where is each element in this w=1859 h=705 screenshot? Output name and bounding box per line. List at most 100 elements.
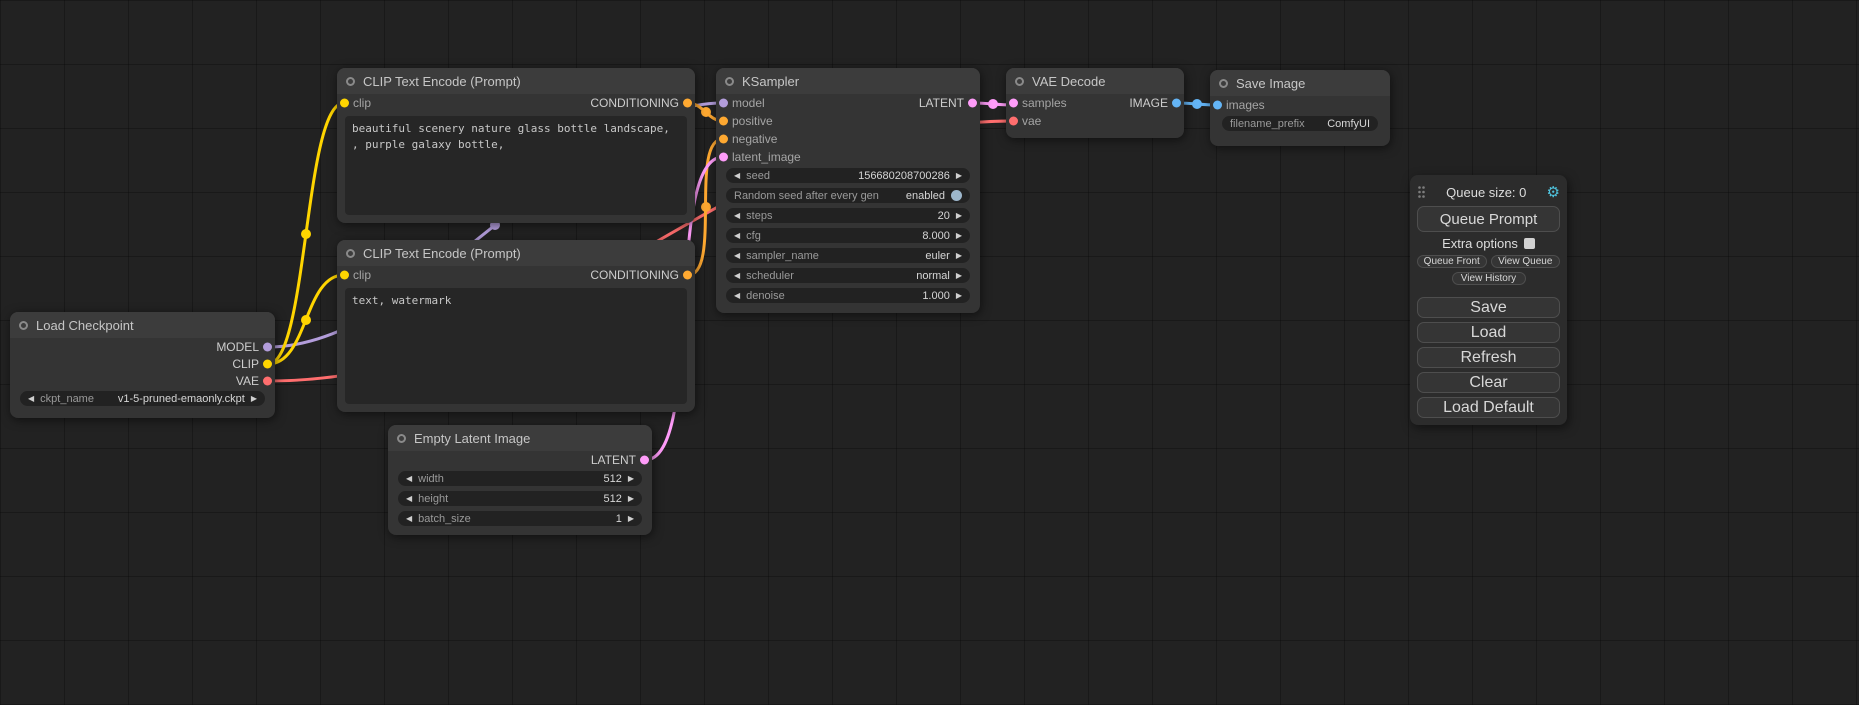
output-slot-conditioning[interactable] [683, 271, 692, 280]
node-titlebar[interactable]: Load Checkpoint [10, 312, 275, 338]
increment-arrow-icon[interactable]: ▶ [956, 232, 962, 240]
output-label-image: IMAGE [1129, 96, 1168, 110]
decrement-arrow-icon[interactable]: ◀ [406, 515, 412, 523]
increment-arrow-icon[interactable]: ▶ [251, 395, 257, 403]
decrement-arrow-icon[interactable]: ◀ [734, 272, 740, 280]
load-button[interactable]: Load [1417, 322, 1560, 343]
input-label-latent-image: latent_image [732, 150, 801, 164]
refresh-button[interactable]: Refresh [1417, 347, 1560, 368]
widget-label: width [418, 473, 444, 485]
increment-arrow-icon[interactable]: ▶ [628, 515, 634, 523]
increment-arrow-icon[interactable]: ▶ [956, 252, 962, 260]
decrement-arrow-icon[interactable]: ◀ [406, 495, 412, 503]
wire-midpoint-conditioning-negative[interactable] [701, 202, 711, 212]
wire-midpoint-conditioning-positive[interactable] [701, 107, 711, 117]
collapse-dot-icon[interactable] [725, 77, 734, 86]
widget-seed-control[interactable]: Random seed after every gen enabled [726, 188, 970, 203]
output-slot-model[interactable] [263, 342, 272, 351]
output-slot-conditioning[interactable] [683, 99, 692, 108]
output-slot-image[interactable] [1172, 99, 1181, 108]
increment-arrow-icon[interactable]: ▶ [628, 495, 634, 503]
input-slot-samples[interactable] [1009, 99, 1018, 108]
output-slot-vae[interactable] [263, 376, 272, 385]
wire-midpoint-latent-ksampler[interactable] [988, 99, 998, 109]
prompt-textarea[interactable]: text, watermark [345, 288, 687, 404]
collapse-dot-icon[interactable] [1219, 79, 1228, 88]
input-slot-images[interactable] [1213, 101, 1222, 110]
input-label-model: model [732, 96, 765, 110]
widget-filename-prefix[interactable]: filename_prefix ComfyUI [1222, 116, 1378, 131]
node-titlebar[interactable]: Empty Latent Image [388, 425, 652, 451]
view-history-button[interactable]: View History [1452, 272, 1526, 285]
output-slot-latent[interactable] [640, 456, 649, 465]
decrement-arrow-icon[interactable]: ◀ [734, 252, 740, 260]
widget-seed[interactable]: ◀ seed 156680208700286 ▶ [726, 168, 970, 183]
node-canvas[interactable]: { "colors": { "model": "#B39DDB", "clip"… [0, 0, 1859, 705]
drag-handle-icon[interactable] [1417, 185, 1426, 199]
decrement-arrow-icon[interactable]: ◀ [734, 172, 740, 180]
node-clip-text-encode-negative[interactable]: CLIP Text Encode (Prompt) clip CONDITION… [337, 240, 695, 412]
widget-label: height [418, 493, 448, 505]
increment-arrow-icon[interactable]: ▶ [956, 212, 962, 220]
increment-arrow-icon[interactable]: ▶ [956, 272, 962, 280]
decrement-arrow-icon[interactable]: ◀ [734, 212, 740, 220]
input-slot-positive[interactable] [719, 117, 728, 126]
input-slot-clip[interactable] [340, 99, 349, 108]
node-titlebar[interactable]: CLIP Text Encode (Prompt) [337, 68, 695, 94]
decrement-arrow-icon[interactable]: ◀ [28, 395, 34, 403]
widget-denoise[interactable]: ◀ denoise 1.000 ▶ [726, 288, 970, 303]
output-slot-latent[interactable] [968, 99, 977, 108]
increment-arrow-icon[interactable]: ▶ [628, 475, 634, 483]
collapse-dot-icon[interactable] [346, 249, 355, 258]
wire-midpoint-clip-negative[interactable] [301, 315, 311, 325]
output-slot-clip[interactable] [263, 359, 272, 368]
collapse-dot-icon[interactable] [397, 434, 406, 443]
widget-scheduler[interactable]: ◀ scheduler normal ▶ [726, 268, 970, 283]
input-slot-model[interactable] [719, 99, 728, 108]
widget-steps[interactable]: ◀ steps 20 ▶ [726, 208, 970, 223]
wire-midpoint-image[interactable] [1192, 99, 1202, 109]
collapse-dot-icon[interactable] [1015, 77, 1024, 86]
widget-value: 1.000 [922, 290, 950, 302]
node-clip-text-encode-positive[interactable]: CLIP Text Encode (Prompt) clip CONDITION… [337, 68, 695, 223]
node-titlebar[interactable]: KSampler [716, 68, 980, 94]
node-titlebar[interactable]: VAE Decode [1006, 68, 1184, 94]
decrement-arrow-icon[interactable]: ◀ [734, 292, 740, 300]
increment-arrow-icon[interactable]: ▶ [956, 172, 962, 180]
widget-value: euler [925, 250, 949, 262]
prompt-textarea[interactable]: beautiful scenery nature glass bottle la… [345, 116, 687, 215]
node-titlebar[interactable]: CLIP Text Encode (Prompt) [337, 240, 695, 266]
widget-batch-size[interactable]: ◀ batch_size 1 ▶ [398, 511, 642, 526]
extra-options-checkbox[interactable] [1524, 238, 1535, 249]
queue-front-button[interactable]: Queue Front [1417, 255, 1487, 268]
node-titlebar[interactable]: Save Image [1210, 70, 1390, 96]
node-ksampler[interactable]: KSampler model LATENT positive negative … [716, 68, 980, 313]
queue-prompt-button[interactable]: Queue Prompt [1417, 206, 1560, 232]
input-slot-latent-image[interactable] [719, 153, 728, 162]
widget-width[interactable]: ◀ width 512 ▶ [398, 471, 642, 486]
load-default-button[interactable]: Load Default [1417, 397, 1560, 418]
clear-button[interactable]: Clear [1417, 372, 1560, 393]
widget-height[interactable]: ◀ height 512 ▶ [398, 491, 642, 506]
increment-arrow-icon[interactable]: ▶ [956, 292, 962, 300]
save-button[interactable]: Save [1417, 297, 1560, 318]
node-load-checkpoint[interactable]: Load Checkpoint MODEL CLIP VAE ◀ ckpt_na… [10, 312, 275, 418]
decrement-arrow-icon[interactable]: ◀ [734, 232, 740, 240]
decrement-arrow-icon[interactable]: ◀ [406, 475, 412, 483]
input-slot-vae[interactable] [1009, 117, 1018, 126]
widget-ckpt-name[interactable]: ◀ ckpt_name v1-5-pruned-emaonly.ckpt ▶ [20, 391, 265, 406]
collapse-dot-icon[interactable] [346, 77, 355, 86]
collapse-dot-icon[interactable] [19, 321, 28, 330]
input-slot-negative[interactable] [719, 135, 728, 144]
wire-midpoint-clip-positive[interactable] [301, 229, 311, 239]
node-save-image[interactable]: Save Image images filename_prefix ComfyU… [1210, 70, 1390, 146]
settings-gear-icon[interactable]: ⚙ [1547, 185, 1560, 200]
node-empty-latent-image[interactable]: Empty Latent Image LATENT ◀ width 512 ▶ … [388, 425, 652, 535]
node-vae-decode[interactable]: VAE Decode samples IMAGE vae [1006, 68, 1184, 138]
toggle-knob-icon[interactable] [951, 190, 962, 201]
widget-cfg[interactable]: ◀ cfg 8.000 ▶ [726, 228, 970, 243]
node-title: Empty Latent Image [414, 431, 530, 446]
view-queue-button[interactable]: View Queue [1491, 255, 1561, 268]
widget-sampler-name[interactable]: ◀ sampler_name euler ▶ [726, 248, 970, 263]
input-slot-clip[interactable] [340, 271, 349, 280]
